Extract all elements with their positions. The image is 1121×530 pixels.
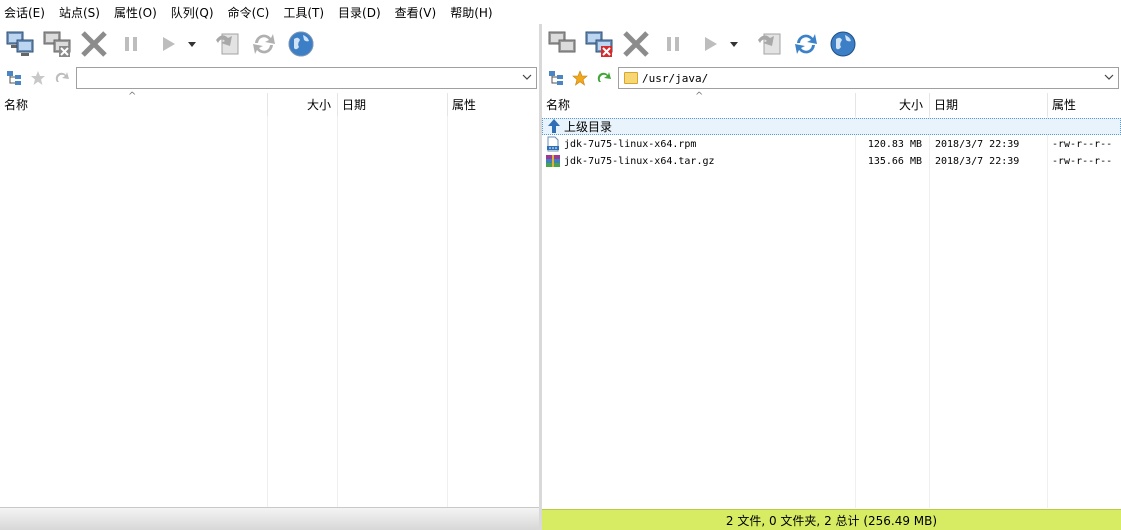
tree-view-icon[interactable] bbox=[546, 68, 566, 88]
stop-icon[interactable] bbox=[77, 27, 111, 61]
column-date-label: 日期 bbox=[934, 98, 959, 112]
play-dropdown-icon[interactable] bbox=[726, 27, 742, 61]
column-name[interactable]: 名称 ^ bbox=[0, 91, 268, 116]
refresh-icon[interactable] bbox=[247, 27, 281, 61]
parent-directory-label: 上级目录 bbox=[564, 120, 613, 134]
menu-queue[interactable]: 队列(Q) bbox=[171, 4, 214, 21]
parent-directory-row[interactable]: 上级目录 bbox=[542, 118, 1121, 135]
column-divider bbox=[929, 116, 930, 508]
up-directory-icon[interactable] bbox=[52, 68, 72, 88]
connect-icon[interactable] bbox=[545, 27, 579, 61]
play-icon[interactable] bbox=[151, 27, 185, 61]
local-address-row bbox=[0, 66, 539, 90]
column-attr[interactable]: 属性 bbox=[1048, 93, 1121, 116]
status-text: 2 文件, 0 文件夹, 2 总计 (256.49 MB) bbox=[725, 513, 938, 528]
chevron-down-icon[interactable] bbox=[1103, 71, 1115, 86]
file-attributes: -rw-r--r-- bbox=[1052, 156, 1113, 167]
column-divider bbox=[855, 116, 856, 508]
column-divider bbox=[1047, 116, 1048, 508]
remote-pane: /usr/java/ 名称 ^ 大小 日期 属性 上级目录 jdk-7u75-l… bbox=[542, 24, 1121, 530]
menu-help[interactable]: 帮助(H) bbox=[450, 4, 492, 21]
column-attr-label: 属性 bbox=[452, 98, 477, 112]
status-bar: 2 文件, 0 文件夹, 2 总计 (256.49 MB) bbox=[542, 509, 1121, 530]
sort-up-icon: ^ bbox=[128, 91, 137, 102]
pause-icon[interactable] bbox=[656, 27, 690, 61]
connect-icon[interactable] bbox=[3, 27, 37, 61]
play-icon[interactable] bbox=[693, 27, 727, 61]
folder-icon bbox=[624, 72, 638, 84]
local-pane: 名称 ^ 大小 日期 属性 bbox=[0, 24, 539, 530]
menu-session[interactable]: 会话(E) bbox=[4, 4, 45, 21]
remote-address-row: /usr/java/ bbox=[542, 66, 1121, 90]
menu-directory[interactable]: 目录(D) bbox=[338, 4, 381, 21]
globe-icon[interactable] bbox=[284, 27, 318, 61]
pause-icon[interactable] bbox=[114, 27, 148, 61]
column-divider bbox=[447, 116, 448, 508]
play-dropdown-icon[interactable] bbox=[184, 27, 200, 61]
column-size-label: 大小 bbox=[306, 98, 331, 112]
table-row[interactable]: jdk-7u75-linux-x64.rpm 120.83 MB 2018/3/… bbox=[542, 136, 1121, 153]
up-arrow-icon bbox=[547, 118, 561, 135]
file-size: 135.66 MB bbox=[867, 156, 922, 167]
local-address-input[interactable] bbox=[76, 67, 537, 89]
archive-file-icon bbox=[545, 153, 561, 170]
table-row[interactable]: jdk-7u75-linux-x64.tar.gz 135.66 MB 2018… bbox=[542, 153, 1121, 170]
disconnect-icon[interactable] bbox=[582, 27, 616, 61]
remote-address-text: /usr/java/ bbox=[642, 71, 709, 85]
local-scrollbar[interactable] bbox=[0, 507, 539, 530]
column-date-label: 日期 bbox=[342, 98, 367, 112]
file-name: jdk-7u75-linux-x64.rpm bbox=[564, 139, 697, 150]
favorite-star-icon[interactable] bbox=[570, 68, 590, 88]
menu-bar: 会话(E) 站点(S) 属性(O) 队列(Q) 命令(C) 工具(T) 目录(D… bbox=[0, 0, 1121, 24]
menu-command[interactable]: 命令(C) bbox=[228, 4, 270, 21]
column-size-label: 大小 bbox=[898, 98, 923, 112]
remote-toolbar bbox=[542, 24, 1121, 64]
stop-icon[interactable] bbox=[619, 27, 653, 61]
file-name: jdk-7u75-linux-x64.tar.gz bbox=[564, 156, 715, 167]
file-attributes: -rw-r--r-- bbox=[1052, 139, 1113, 150]
menu-site[interactable]: 站点(S) bbox=[59, 4, 100, 21]
column-name-label: 名称 bbox=[4, 98, 29, 112]
column-name[interactable]: 名称 ^ bbox=[542, 91, 856, 116]
rpm-file-icon bbox=[545, 136, 561, 153]
local-toolbar bbox=[0, 24, 539, 64]
column-attr-label: 属性 bbox=[1052, 98, 1077, 112]
menu-properties[interactable]: 属性(O) bbox=[114, 4, 157, 21]
column-name-label: 名称 bbox=[546, 98, 571, 112]
favorite-star-icon[interactable] bbox=[28, 68, 48, 88]
menu-tools[interactable]: 工具(T) bbox=[283, 4, 324, 21]
disconnect-icon[interactable] bbox=[40, 27, 74, 61]
column-date[interactable]: 日期 bbox=[338, 93, 448, 116]
column-size[interactable]: 大小 bbox=[856, 93, 930, 116]
file-size: 120.83 MB bbox=[867, 139, 922, 150]
column-divider bbox=[337, 116, 338, 508]
tree-view-icon[interactable] bbox=[4, 68, 24, 88]
sort-up-icon: ^ bbox=[695, 91, 704, 102]
remote-address-input[interactable]: /usr/java/ bbox=[618, 67, 1119, 89]
transfer-icon[interactable] bbox=[752, 27, 786, 61]
chevron-down-icon[interactable] bbox=[521, 71, 533, 86]
globe-icon[interactable] bbox=[826, 27, 860, 61]
column-size[interactable]: 大小 bbox=[268, 93, 338, 116]
remote-file-list[interactable]: 名称 ^ 大小 日期 属性 上级目录 jdk-7u75-linux-x64.rp… bbox=[542, 91, 1121, 508]
column-divider bbox=[267, 116, 268, 508]
column-attr[interactable]: 属性 bbox=[448, 93, 539, 116]
up-directory-icon[interactable] bbox=[594, 68, 614, 88]
column-date[interactable]: 日期 bbox=[930, 93, 1048, 116]
file-date: 2018/3/7 22:39 bbox=[935, 139, 1020, 150]
menu-view[interactable]: 查看(V) bbox=[395, 4, 437, 21]
local-file-list[interactable]: 名称 ^ 大小 日期 属性 bbox=[0, 91, 539, 508]
transfer-icon[interactable] bbox=[210, 27, 244, 61]
refresh-icon[interactable] bbox=[789, 27, 823, 61]
file-date: 2018/3/7 22:39 bbox=[935, 156, 1020, 167]
